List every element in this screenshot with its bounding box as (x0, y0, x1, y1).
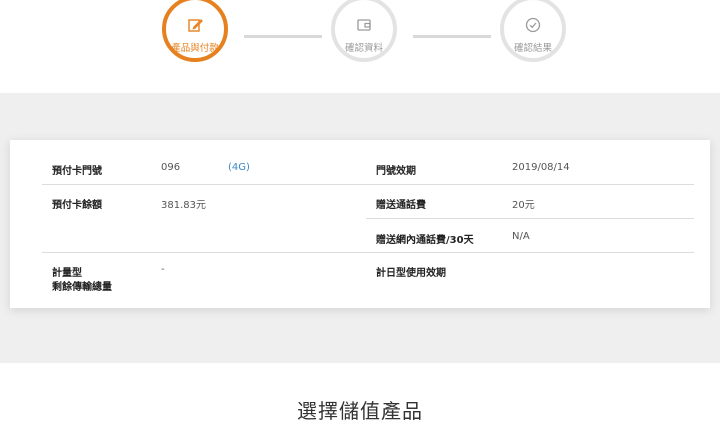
step-label: 產品與付款 (171, 43, 219, 54)
bonus-call-label: 贈送通話費 (376, 200, 426, 211)
network-type-badge: (4G) (228, 162, 250, 173)
wallet-icon (335, 17, 393, 35)
step-label: 確認資料 (344, 43, 383, 54)
balance-value: 381.83元 (161, 200, 206, 211)
daily-plan-label: 計日型使用效期 (376, 268, 446, 279)
step-connector (244, 35, 322, 38)
step-connector (413, 35, 491, 38)
metered-label-line1: 計量型 (52, 268, 82, 279)
bonus-onnet-value: N/A (512, 231, 530, 242)
metered-value: - (161, 264, 165, 275)
step-confirm-data: 確認資料 (331, 0, 397, 62)
pencil-edit-icon (166, 17, 224, 35)
section-heading: 選擇儲值產品 (297, 399, 423, 423)
progress-stepper: 產品與付款 確認資料 確認結果 (0, 0, 720, 93)
number-expiry-value: 2019/08/14 (512, 162, 570, 173)
balance-label: 預付卡餘額 (52, 200, 102, 211)
prepaid-number-value: 096 (161, 162, 181, 173)
check-circle-icon (504, 17, 562, 35)
row-divider (366, 218, 694, 219)
metered-label-line2: 剩餘傳輸總量 (52, 282, 112, 293)
step-products-payment: 產品與付款 (162, 0, 228, 62)
step-label: 確認結果 (513, 43, 552, 54)
step-confirm-result: 確認結果 (500, 0, 566, 62)
number-expiry-label: 門號效期 (376, 166, 416, 177)
prepaid-number-label: 預付卡門號 (52, 166, 102, 177)
bonus-call-value: 20元 (512, 200, 535, 211)
row-divider (42, 252, 694, 253)
bonus-onnet-label: 贈送網內通話費/30天 (376, 235, 474, 246)
prepaid-info-card: 預付卡門號 096 (4G) 門號效期 2019/08/14 預付卡餘額 381… (10, 140, 710, 308)
row-divider (42, 184, 694, 185)
